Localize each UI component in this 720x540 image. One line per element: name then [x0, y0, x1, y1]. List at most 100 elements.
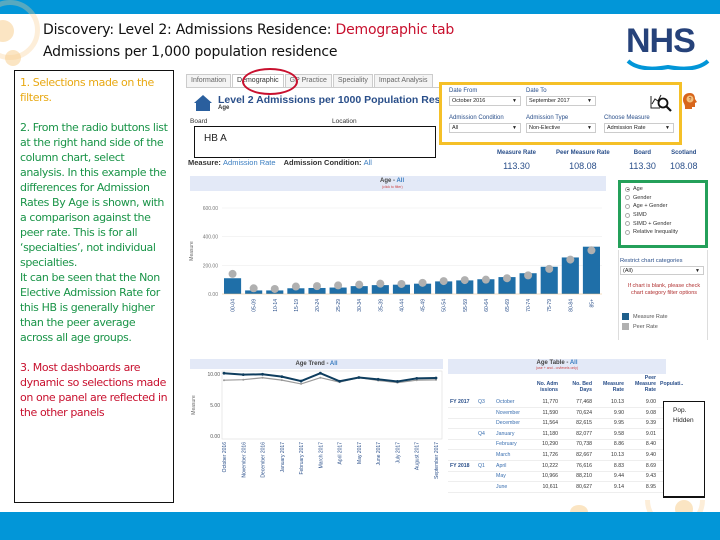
month-cell: February — [496, 441, 517, 448]
peer-rate-cell: 9.00 — [645, 399, 656, 405]
table-row[interactable]: FY 2018 Q1 April 10,222 76,616 8.83 8.69 — [448, 461, 668, 472]
kpi-peer-measure-rate: Peer Measure Rate 108.08 — [556, 150, 610, 171]
notes-panel: 1. Selections made on the filters. 2. Fr… — [14, 70, 174, 503]
measure-select[interactable]: Admission Rate ▼ — [604, 123, 674, 133]
table-header[interactable]: No. Adm issions — [528, 381, 558, 393]
point-peer-rate — [376, 279, 385, 288]
help-head-icon[interactable]: ? — [682, 92, 698, 110]
x-tick-label: July 2017 — [395, 442, 401, 464]
restrict-select[interactable]: (All) ▼ — [620, 266, 704, 275]
trend-point — [242, 378, 245, 381]
table-header[interactable]: No. Bed Days — [562, 381, 592, 393]
kpi-value: 108.08 — [670, 161, 698, 171]
measure-rate-cell: 8.86 — [613, 441, 624, 448]
trend-point — [318, 371, 322, 375]
tab-speciality[interactable]: Speciality — [332, 74, 373, 87]
legend-swatch — [622, 323, 629, 330]
legend-label: Measure Rate — [633, 313, 668, 320]
table-row[interactable]: November 11,590 70,624 9.90 9.08 — [448, 408, 668, 419]
x-tick-label: June 2017 — [376, 442, 382, 466]
x-tick-label: 15-19 — [294, 299, 300, 312]
x-tick-label: 05-09 — [252, 299, 258, 312]
date-from-select[interactable]: October 2016 ▼ — [449, 96, 521, 106]
radio-relative-inequality[interactable]: Relative Inequality — [625, 228, 701, 237]
slide: Discovery: Level 2: Admissions Residence… — [0, 0, 720, 540]
measure-summary: Measure: Admission Rate Admission Condit… — [188, 158, 372, 167]
age-chart-title-text: Age - — [380, 178, 397, 184]
radio-button[interactable] — [625, 186, 630, 192]
table-row[interactable]: June 10,611 80,627 9.14 8.95 — [448, 482, 668, 493]
table-header[interactable]: Peer Measure Rate — [628, 375, 656, 393]
fy-cell: FY 2017 — [450, 399, 470, 405]
chevron-down-icon: ▼ — [695, 268, 700, 274]
quarter-cell: Q1 — [478, 462, 485, 469]
x-tick-label: 45-49 — [421, 299, 427, 312]
bed-days-cell: 82,667 — [576, 452, 592, 458]
date-to-label: Date To — [526, 88, 547, 94]
radio-button[interactable] — [625, 195, 630, 201]
filters-panel: Date From October 2016 ▼ Date To Septembe… — [439, 82, 682, 145]
note-1: 1. Selections made on the filters. — [20, 76, 154, 104]
trend-point — [222, 371, 226, 375]
type-select[interactable]: Non-Elective ▼ — [526, 123, 596, 133]
radio-button[interactable] — [625, 212, 630, 218]
tab-bar: Information Demographic GP Practice Spec… — [186, 74, 434, 88]
x-tick-label: 60-64 — [484, 299, 490, 312]
radio-button[interactable] — [625, 221, 630, 227]
table-row[interactable]: March 11,726 82,667 10.13 9.40 — [448, 450, 668, 461]
table-row[interactable]: February 10,290 70,738 8.86 8.40 — [448, 439, 668, 451]
trend-point — [319, 376, 322, 379]
population-hidden-box: Pop. Hidden — [663, 401, 705, 498]
month-cell: June — [496, 483, 508, 490]
point-peer-rate — [545, 264, 554, 273]
measure-rate-cell: 9.14 — [613, 483, 624, 490]
table-row[interactable]: Q4 January 11,180 82,077 9.58 9.01 — [448, 429, 668, 440]
condition-select[interactable]: All ▼ — [449, 123, 521, 133]
trend-point — [415, 376, 419, 380]
peer-rate-cell: 9.40 — [645, 452, 656, 458]
x-tick-label: 65-69 — [505, 299, 511, 312]
choose-measure-label: Choose Measure — [604, 115, 650, 121]
table-row[interactable]: May 10,966 88,210 9.44 9.43 — [448, 471, 668, 483]
age-chart-header: Age - All (click to filter) — [190, 176, 606, 191]
admissions-cell: 10,966 — [542, 473, 558, 480]
condition-filter-label: Admission Condition — [449, 115, 504, 121]
radio-label: Age + Gender — [633, 203, 668, 210]
date-to-select[interactable]: September 2017 ▼ — [526, 96, 596, 106]
trend-point — [261, 376, 264, 379]
kpi-label: Scotland — [671, 150, 697, 156]
type-value: Non-Elective — [529, 125, 561, 131]
peer-rate-cell: 9.43 — [645, 473, 656, 480]
radio-button[interactable] — [625, 203, 630, 209]
dashboard-screenshot: Information Demographic GP Practice Spec… — [186, 68, 720, 500]
point-peer-rate — [249, 284, 258, 293]
point-peer-rate — [397, 279, 406, 288]
home-icon[interactable] — [193, 94, 213, 112]
measure-rate-cell: 10.13 — [611, 452, 624, 458]
table-header[interactable]: Measure Rate — [596, 381, 624, 393]
tab-impact-analysis[interactable]: Impact Analysis — [373, 74, 433, 87]
kpi-label: Peer Measure Rate — [556, 150, 610, 156]
radio-gender[interactable]: Gender — [625, 194, 701, 203]
table-row[interactable]: December 11,564 82,615 9.95 9.39 — [448, 418, 668, 430]
x-tick-label: 00-04 — [231, 299, 237, 312]
search-analysis-icon[interactable] — [650, 91, 674, 113]
radio-button[interactable] — [625, 229, 630, 235]
measure-rate-cell: 9.58 — [613, 430, 624, 437]
measure-rate-cell: 9.90 — [613, 409, 624, 416]
x-tick-label: October 2016 — [222, 442, 228, 473]
point-peer-rate — [439, 277, 448, 286]
table-row[interactable]: FY 2017 Q3 October 11,770 77,468 10.13 9.00 — [448, 397, 668, 408]
trend-point — [261, 372, 264, 376]
tab-information[interactable]: Information — [186, 74, 232, 87]
note-2: 2. From the radio buttons list at the ri… — [20, 121, 168, 269]
radio-age-gender[interactable]: Age + Gender — [625, 202, 701, 211]
table-header[interactable]: Populati.. — [660, 381, 690, 387]
chevron-down-icon: ▼ — [512, 125, 517, 131]
age-chart-title-value: All — [396, 178, 405, 184]
radio-simd-gender[interactable]: SIMD + Gender — [625, 219, 701, 228]
bed-days-cell: 70,624 — [576, 409, 592, 416]
point-peer-rate — [524, 271, 533, 280]
radio-age[interactable]: Age — [625, 185, 701, 194]
radio-simd[interactable]: SIMD — [625, 211, 701, 220]
